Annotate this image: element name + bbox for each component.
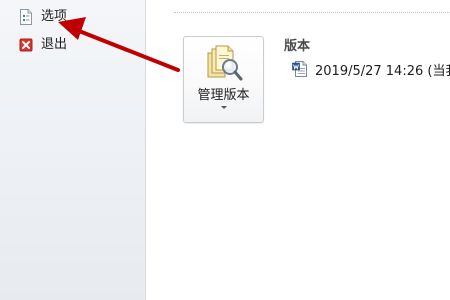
word-document-icon [292, 61, 308, 77]
backstage-window: 选项 退出 管理版本 版本 2019/5/27 14:26 (当我 [0, 0, 450, 300]
backstage-main-panel: 管理版本 版本 2019/5/27 14:26 (当我 [146, 0, 450, 300]
manage-versions-button[interactable]: 管理版本 [183, 36, 264, 123]
manage-versions-icon [205, 45, 243, 83]
backstage-sidebar: 选项 退出 [0, 0, 146, 300]
options-page-icon [19, 9, 33, 25]
chevron-down-icon [221, 106, 227, 109]
sidebar-item-options-label: 选项 [41, 9, 68, 24]
versions-section-title: 版本 [284, 39, 311, 54]
version-entry[interactable]: 2019/5/27 14:26 (当我 [292, 60, 450, 79]
sidebar-item-exit[interactable]: 退出 [0, 34, 145, 56]
exit-icon [19, 37, 33, 53]
sidebar-item-exit-label: 退出 [41, 37, 68, 52]
version-entry-timestamp: 2019/5/27 14:26 (当我 [315, 63, 450, 79]
manage-versions-label: 管理版本 [197, 88, 250, 103]
dotted-separator [174, 12, 450, 13]
sidebar-item-options[interactable]: 选项 [0, 6, 145, 28]
